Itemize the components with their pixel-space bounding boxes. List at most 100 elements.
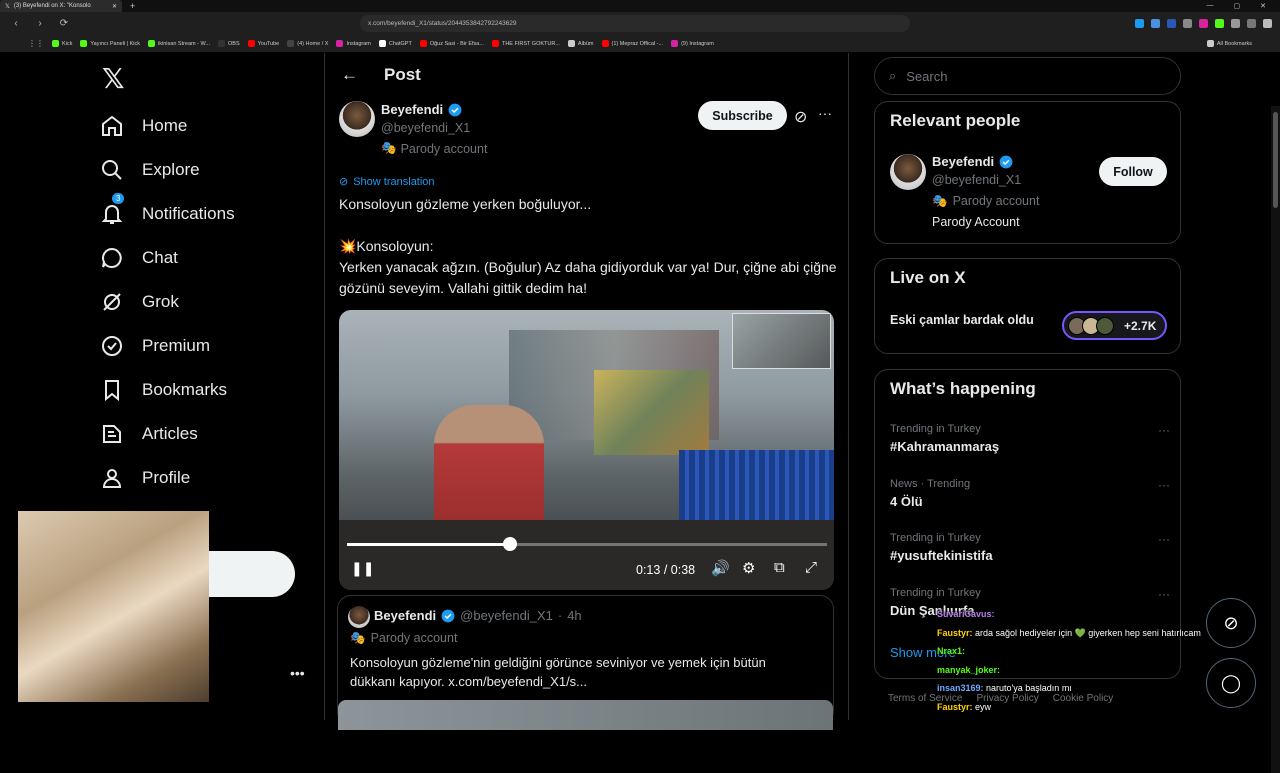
grok-icon[interactable]: ⊘	[794, 107, 807, 127]
nav-notifications[interactable]: 3 Notifications	[100, 199, 235, 229]
video-player[interactable]: ❚❚ 0:13 / 0:38 🔊 ⚙ ⧉ ⤢	[339, 310, 834, 590]
reload-icon[interactable]: ⟳	[56, 18, 72, 29]
more-options-icon[interactable]: ···	[1158, 478, 1170, 492]
tab-bar: 𝕏 (3) Beyefendi on X: "Konsolo ✕ + — ▢ ✕	[0, 0, 1280, 12]
bookmark[interactable]: ikinisan Stream - W...	[148, 40, 210, 47]
close-window-icon[interactable]: ✕	[1260, 2, 1266, 10]
person-handle[interactable]: @beyefendi_X1	[932, 173, 1021, 187]
verified-badge-icon	[448, 103, 462, 117]
extension-icon[interactable]	[1263, 19, 1272, 28]
more-options-icon[interactable]: ···	[1158, 423, 1170, 437]
chat-message: Faustyr: eyw	[937, 698, 1257, 717]
bookmark[interactable]: Albüm	[568, 40, 594, 47]
window-controls: — ▢ ✕	[1207, 2, 1280, 10]
trend-item[interactable]: News · Trending 4 Ölü ···	[890, 478, 1170, 509]
nav-home[interactable]: Home	[100, 111, 187, 141]
follow-button[interactable]: Follow	[1099, 157, 1167, 186]
card-title: Relevant people	[890, 111, 1020, 131]
new-tab-icon[interactable]: +	[130, 1, 135, 11]
bookmark[interactable]: YouTube	[248, 40, 280, 47]
nav-label: Home	[142, 116, 187, 136]
browser-tab[interactable]: 𝕏 (3) Beyefendi on X: "Konsolo ✕	[0, 0, 122, 12]
nav-label: Profile	[142, 468, 190, 488]
author-handle[interactable]: @beyefendi_X1	[381, 121, 470, 135]
bookmark[interactable]: THE FIRST GOKTUR...	[492, 40, 560, 47]
pip-icon[interactable]: ⧉	[774, 559, 785, 576]
more-options-icon[interactable]: ···	[818, 105, 832, 121]
nav-explore[interactable]: Explore	[100, 155, 200, 185]
video-progress-bar[interactable]	[347, 543, 827, 546]
bookmark[interactable]: Oğuz Sasi - Bir Efsa...	[420, 40, 484, 47]
avatar[interactable]	[890, 154, 926, 190]
tweet-line: Yerken yanacak ağzın. (Boğulur) Az daha …	[339, 257, 839, 299]
bookmark[interactable]: OBS	[218, 40, 240, 47]
bookmark[interactable]: Instagram	[336, 40, 370, 47]
extension-icon[interactable]	[1183, 19, 1192, 28]
live-listeners-pill[interactable]: +2.7K	[1062, 311, 1167, 340]
article-icon	[100, 422, 124, 446]
card-title: Live on X	[890, 268, 966, 288]
avatar[interactable]	[339, 101, 375, 137]
bookmark[interactable]: Yayıncı Paneli | Kick	[80, 40, 140, 47]
bookmark[interactable]: (9) Instagram	[671, 40, 714, 47]
forward-icon[interactable]: ›	[32, 18, 48, 29]
avatar[interactable]	[348, 606, 370, 628]
listener-count: +2.7K	[1124, 319, 1156, 333]
trend-item[interactable]: Trending in Turkey #Kahramanmaraş ···	[890, 423, 1170, 454]
x-logo-icon[interactable]: 𝕏	[102, 62, 125, 95]
close-tab-icon[interactable]: ✕	[112, 3, 117, 10]
scrollbar-thumb[interactable]	[1273, 112, 1278, 208]
person-name[interactable]: Beyefendi	[932, 154, 1013, 169]
apps-icon[interactable]: ⋮⋮	[28, 39, 44, 48]
subscribe-button[interactable]: Subscribe	[698, 101, 787, 130]
bookmark[interactable]: (4) Home / X	[287, 40, 328, 47]
search-input[interactable]: ⌕ Search	[874, 57, 1181, 95]
maximize-icon[interactable]: ▢	[1234, 2, 1241, 10]
x-favicon-icon: 𝕏	[5, 3, 10, 10]
extension-icon[interactable]	[1199, 19, 1208, 28]
all-bookmarks[interactable]: All Bookmarks	[1207, 40, 1252, 47]
relevant-people-card: Relevant people Beyefendi @beyefendi_X1 …	[874, 101, 1181, 244]
extension-icon[interactable]	[1135, 19, 1144, 28]
verified-badge-icon	[999, 155, 1013, 169]
nav-grok[interactable]: Grok	[100, 287, 179, 317]
more-options-icon[interactable]: ···	[1158, 532, 1170, 546]
back-icon[interactable]: ‹	[8, 18, 24, 29]
extension-icon[interactable]	[1231, 19, 1240, 28]
extension-icon[interactable]	[1167, 19, 1176, 28]
volume-icon[interactable]: 🔊	[711, 559, 730, 577]
trend-item[interactable]: Trending in Turkey #yusuftekinistifa ···	[890, 532, 1170, 563]
nav-profile[interactable]: Profile	[100, 463, 190, 493]
nav-label: Chat	[142, 248, 178, 268]
bookmark[interactable]: Kick	[52, 40, 72, 47]
pause-icon[interactable]: ❚❚	[351, 560, 374, 577]
scrollbar[interactable]	[1271, 106, 1280, 773]
nav-label: Articles	[142, 424, 198, 444]
fullscreen-icon[interactable]: ⤢	[805, 559, 817, 576]
author-name[interactable]: Beyefendi	[381, 102, 462, 117]
nav-premium[interactable]: Premium	[100, 331, 210, 361]
address-bar[interactable]: x.com/beyefendi_X1/status/20443538427922…	[360, 15, 910, 32]
extension-icon[interactable]	[1215, 19, 1224, 28]
video-time: 0:13 / 0:38	[636, 563, 695, 577]
live-on-x-card: Live on X Eski çamlar bardak oldu +2.7K	[874, 258, 1181, 354]
show-translation-link[interactable]: ⊘ Show translation	[339, 175, 435, 188]
quoted-post[interactable]: Beyefendi @beyefendi_X1 · 4h 🎭Parody acc…	[337, 595, 834, 725]
nav-chat[interactable]: Chat	[100, 243, 178, 273]
person-bio: Parody Account	[932, 215, 1020, 229]
translate-icon: ⊘	[339, 175, 348, 188]
settings-icon[interactable]: ⚙	[742, 559, 755, 577]
bookmark[interactable]: (1) Mepraz Offical -...	[602, 40, 664, 47]
bookmark[interactable]: ChatGPT	[379, 40, 412, 47]
nav-bookmarks[interactable]: Bookmarks	[100, 375, 227, 405]
account-more-icon[interactable]: •••	[290, 665, 305, 681]
video-inset-camera	[732, 313, 831, 369]
nav-articles[interactable]: Articles	[100, 419, 198, 449]
extension-icon[interactable]	[1151, 19, 1160, 28]
extension-icon[interactable]	[1247, 19, 1256, 28]
back-arrow-icon[interactable]: ←	[341, 65, 358, 85]
bell-icon	[100, 202, 124, 226]
live-space-title[interactable]: Eski çamlar bardak oldu	[890, 313, 1034, 327]
minimize-icon[interactable]: —	[1207, 2, 1214, 10]
more-options-icon[interactable]: ···	[1158, 587, 1170, 601]
